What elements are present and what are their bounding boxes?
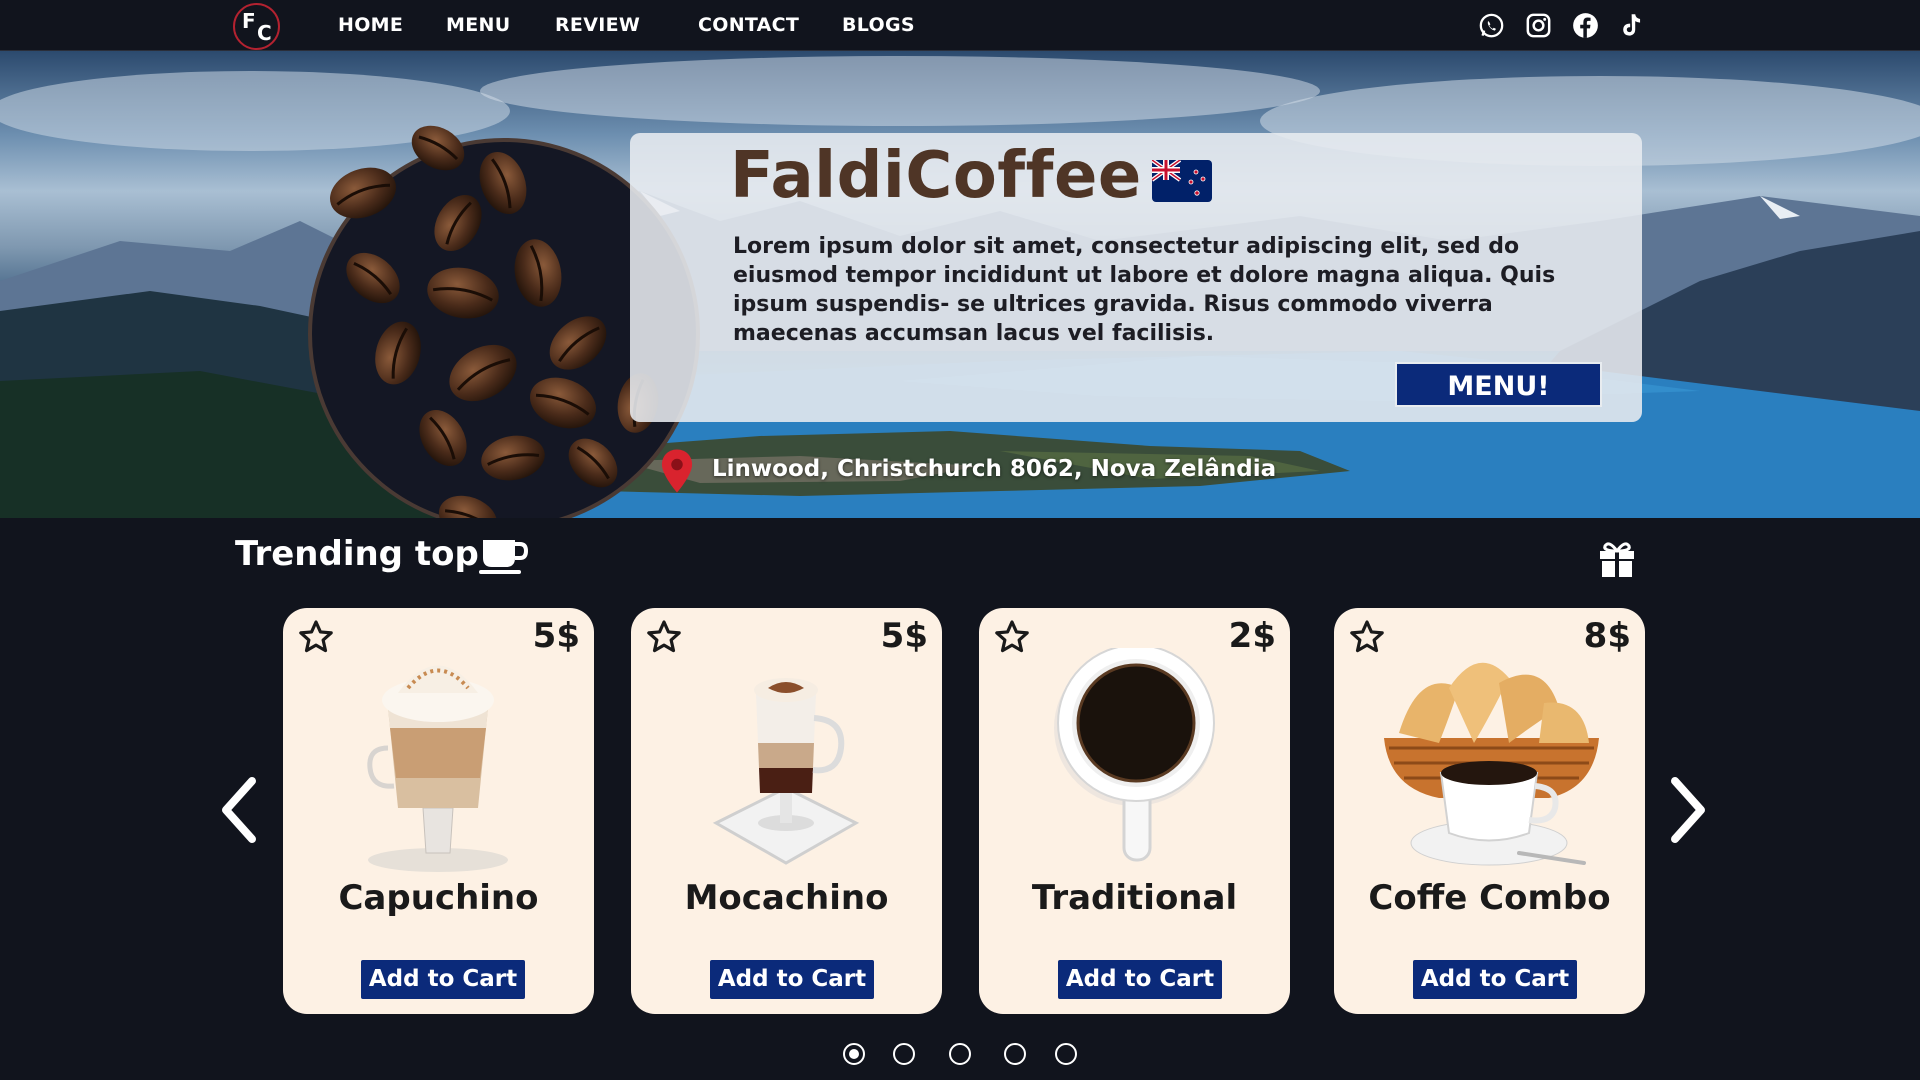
carousel-next-arrow[interactable] — [1667, 775, 1711, 845]
carousel-dot-5[interactable] — [1055, 1043, 1077, 1065]
product-card-coffe-combo: 8$ Coffe Combo Add to Cart — [1334, 608, 1645, 1014]
new-zealand-flag-icon — [1152, 160, 1212, 202]
top-navbar: F C HOME MENU REVIEW CONTACT BLOGS — [0, 0, 1920, 51]
location-address: Linwood, Christchurch 8062, Nova Zelândi… — [712, 456, 1277, 482]
carousel-dot-4[interactable] — [1004, 1043, 1026, 1065]
menu-button[interactable]: MENU! — [1395, 362, 1602, 407]
hero-banner: FaldiCoffee Lorem ipsum dolor sit amet, … — [0, 51, 1920, 518]
product-card-traditional: 2$ Traditional Add to Cart — [979, 608, 1290, 1014]
carousel-dot-1[interactable] — [843, 1043, 865, 1065]
carousel-prev-arrow[interactable] — [216, 775, 260, 845]
capuchino-image — [367, 665, 508, 872]
nav-blogs-link[interactable]: BLOGS — [842, 14, 915, 36]
tiktok-icon[interactable] — [1617, 12, 1644, 39]
nav-contact-link[interactable]: CONTACT — [698, 14, 799, 36]
nav-home-link[interactable]: HOME — [338, 14, 403, 36]
logo-letter-c: C — [257, 21, 272, 45]
carousel-dot-2[interactable] — [893, 1043, 915, 1065]
mocachino-image — [712, 678, 860, 865]
traditional-coffee-image — [1054, 648, 1215, 862]
logo-letter-f: F — [242, 9, 256, 33]
add-to-cart-button[interactable]: Add to Cart — [361, 960, 525, 999]
brand-title: FaldiCoffee — [730, 139, 1142, 213]
product-name: Coffe Combo — [1368, 878, 1611, 918]
instagram-icon[interactable] — [1525, 12, 1552, 39]
coffee-combo-image — [1384, 662, 1599, 866]
gift-icon[interactable] — [1597, 538, 1637, 578]
product-card-mocachino: 5$ Mocachino Add to Cart — [631, 608, 942, 1014]
product-card-capuchino: 5$ Capuchino Add to Cart — [283, 608, 594, 1014]
faldicoffee-logo[interactable]: F C — [233, 3, 280, 50]
product-name: Mocachino — [684, 878, 889, 918]
carousel-dot-3[interactable] — [949, 1043, 971, 1065]
coffee-cup-icon — [479, 540, 529, 574]
add-to-cart-button[interactable]: Add to Cart — [1058, 960, 1222, 999]
product-name: Capuchino — [338, 878, 539, 918]
add-to-cart-button[interactable]: Add to Cart — [1413, 960, 1577, 999]
nav-menu-link[interactable]: MENU — [446, 14, 510, 36]
nav-review-link[interactable]: REVIEW — [555, 14, 640, 36]
whatsapp-icon[interactable] — [1478, 12, 1505, 39]
facebook-icon[interactable] — [1572, 12, 1599, 39]
trending-title: Trending top — [235, 534, 479, 574]
add-to-cart-button[interactable]: Add to Cart — [710, 960, 874, 999]
location-pin-icon — [661, 449, 693, 493]
product-name: Traditional — [1031, 878, 1238, 918]
hero-description: Lorem ipsum dolor sit amet, consectetur … — [733, 234, 1556, 346]
